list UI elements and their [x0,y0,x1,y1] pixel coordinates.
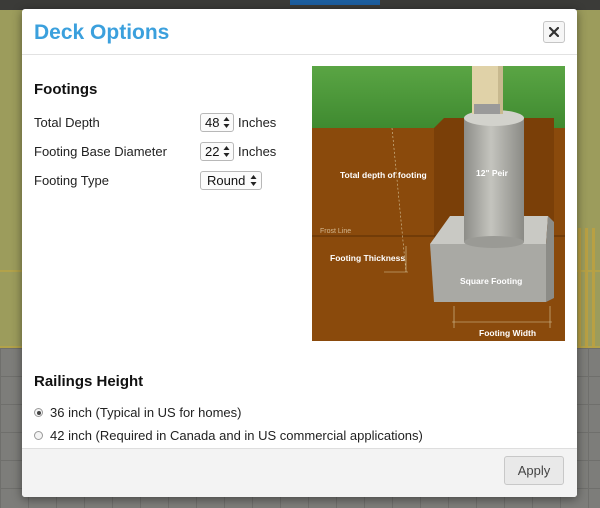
base-diameter-stepper[interactable]: 22 [200,142,234,161]
stepper-arrows-icon[interactable] [223,116,230,129]
dialog-footer: Apply [22,448,577,497]
total-depth-stepper[interactable]: 48 [200,113,234,132]
deck-railing [576,228,600,348]
select-arrows-icon [250,175,257,186]
radio-button[interactable] [34,431,43,440]
footing-type-value: Round [207,173,246,188]
railing-option-label: 42 inch (Required in Canada and in US co… [50,428,423,443]
label-total-depth: Total depth of footing [340,170,427,180]
close-icon [549,27,559,37]
footings-heading: Footings [34,81,98,98]
square-footing-front [430,244,546,302]
square-footing-side [546,216,554,302]
base-diameter-label: Footing Base Diameter [34,144,167,159]
footing-diagram: Total depth of footing 12" Peir Frost Li… [312,66,565,341]
railing-option-36[interactable]: 36 inch (Typical in US for homes) [34,405,241,420]
base-diameter-unit: Inches [238,144,277,159]
railings-heading: Railings Height [34,373,144,390]
label-square-footing: Square Footing [460,276,522,286]
label-frost-line: Frost Line [320,228,351,235]
dialog-title: Deck Options [34,21,170,44]
dialog-body: Footings Total Depth 48 Inches Footing B… [22,55,577,449]
deck-options-dialog: Deck Options Footings Total Depth 48 Inc… [22,9,577,497]
footing-type-label: Footing Type [34,173,109,188]
footing-type-select[interactable]: Round [200,171,262,190]
base-diameter-value: 22 [205,144,220,159]
radio-button[interactable] [34,408,43,417]
post-bracket [474,104,500,114]
label-pier: 12" Peir [476,168,509,178]
label-width: Footing Width [479,328,536,338]
pier [464,118,524,242]
railing-option-label: 36 inch (Typical in US for homes) [50,405,242,420]
total-depth-unit: Inches [238,115,277,130]
railing-option-42[interactable]: 42 inch (Required in Canada and in US co… [34,428,423,443]
apply-button[interactable]: Apply [504,456,564,485]
dialog-header: Deck Options [22,9,577,55]
total-depth-label: Total Depth [34,115,100,130]
label-thickness: Footing Thickness [330,253,405,263]
total-depth-value: 48 [205,115,220,130]
stepper-arrows-icon[interactable] [223,145,230,158]
close-button[interactable] [543,21,565,43]
